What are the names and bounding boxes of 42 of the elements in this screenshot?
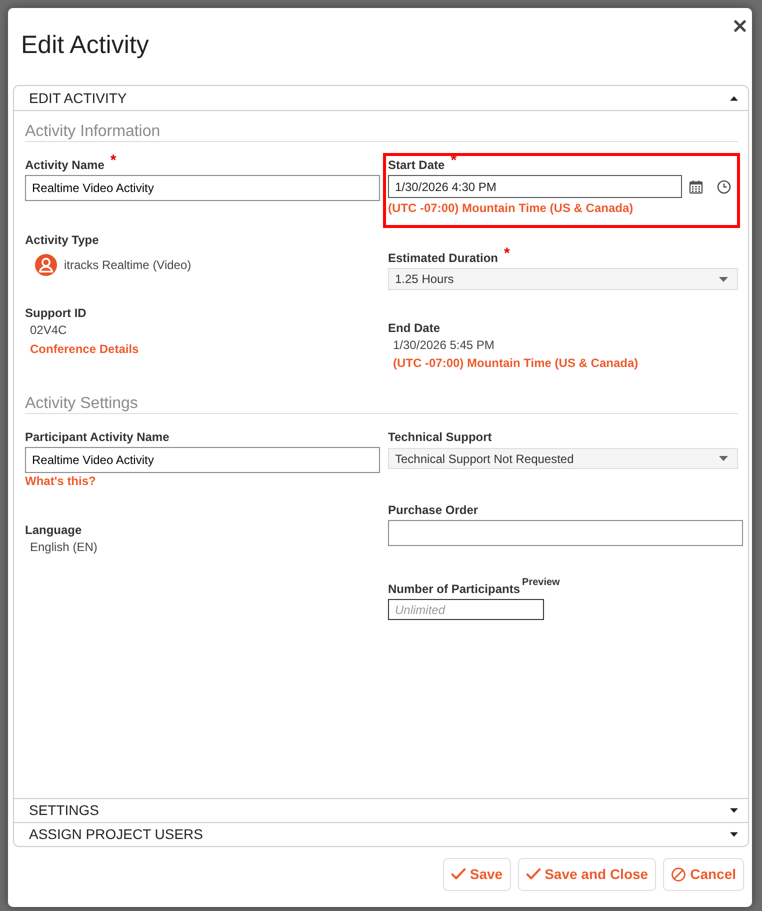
section-heading: Activity Settings	[25, 394, 738, 414]
field-label: Number of Participants	[388, 581, 520, 597]
check-icon	[526, 867, 541, 882]
text-field[interactable]: Realtime Video Activity	[25, 175, 380, 201]
dialog-title: Edit Activity	[21, 30, 149, 61]
field-value: English (EN)	[30, 540, 98, 554]
timezone-note: (UTC -07:00) Mountain Time (US & Canada)	[393, 356, 638, 370]
timezone-note: (UTC -07:00) Mountain Time (US & Canada)	[388, 201, 634, 215]
field-label: Participant Activity Name	[25, 429, 170, 445]
close-icon[interactable]	[734, 20, 746, 32]
field-label: Activity Type	[25, 232, 99, 248]
field-label: Estimated Duration	[388, 250, 498, 266]
required-mark: *	[110, 154, 116, 168]
field-label: Support ID	[25, 305, 86, 321]
field-label: Start Date	[388, 157, 445, 173]
date-field[interactable]: 1/30/2026 4:30 PM	[388, 175, 682, 198]
dropdown[interactable]: 1.25 Hours	[388, 268, 738, 290]
field-label: Activity Name	[25, 157, 104, 173]
preview-note: Preview	[522, 577, 560, 589]
required-mark: *	[504, 247, 510, 261]
field-label: End Date	[388, 320, 440, 336]
field-label: Language	[25, 522, 82, 538]
caret-icon	[719, 276, 728, 282]
check-icon	[450, 867, 466, 882]
required-mark: *	[450, 154, 457, 168]
calendar-icon[interactable]	[689, 180, 703, 194]
field-label: Technical Support	[388, 429, 492, 445]
text-field[interactable]	[388, 520, 743, 546]
section-heading: Activity Information	[25, 122, 738, 142]
caret-icon	[719, 456, 728, 461]
field-value: 02V4C	[30, 323, 67, 337]
text-field[interactable]: Realtime Video Activity	[25, 447, 380, 473]
field-value: 1/30/2026 5:45 PM	[393, 338, 494, 352]
field-label: Purchase Order	[388, 502, 478, 518]
clock-icon[interactable]	[717, 180, 731, 194]
text-field[interactable]: Unlimited	[388, 599, 544, 620]
accordion-header[interactable]: ASSIGN PROJECT USERS	[14, 822, 748, 846]
accordion-header[interactable]: EDIT ACTIVITY	[14, 86, 748, 111]
cancel-icon	[671, 867, 686, 882]
dropdown[interactable]: Technical Support Not Requested	[388, 448, 738, 469]
person-icon	[35, 254, 57, 276]
field-value: itracks Realtime (Video)	[64, 257, 192, 273]
